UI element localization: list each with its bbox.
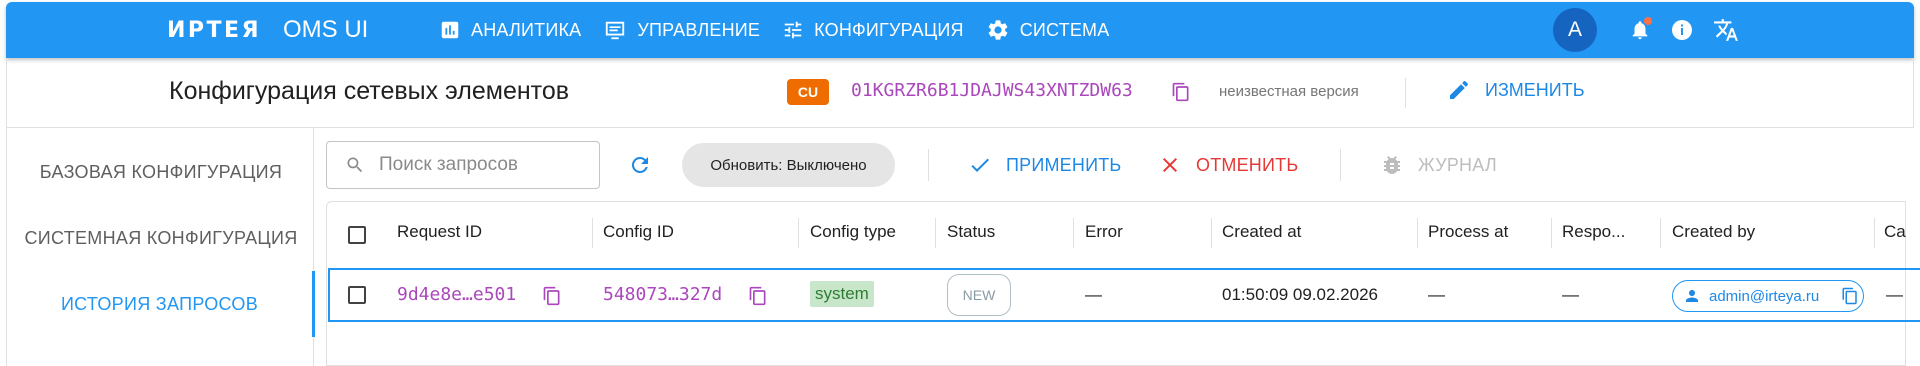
version-text: неизвестная версия [1219, 83, 1359, 100]
nav-analytics[interactable]: АНАЛИТИКА [439, 19, 581, 41]
nav-label: СИСТЕМА [1019, 19, 1110, 40]
status-badge: NEW [947, 274, 1011, 316]
column-divider[interactable] [1417, 218, 1418, 248]
column-divider[interactable] [1551, 218, 1552, 248]
column-divider[interactable] [935, 218, 936, 248]
column-header[interactable]: Request ID [397, 222, 482, 242]
journal-button[interactable]: ЖУРНАЛ [1380, 153, 1497, 177]
notification-dot [1644, 17, 1652, 25]
sidebar: БАЗОВАЯ КОНФИГУРАЦИЯ СИСТЕМНАЯ КОНФИГУРА… [6, 128, 315, 366]
info-icon[interactable] [1668, 16, 1696, 44]
pencil-icon [1447, 78, 1485, 102]
sidebar-item-base-config[interactable]: БАЗОВАЯ КОНФИГУРАЦИЯ [7, 139, 315, 205]
sidebar-item-label: БАЗОВАЯ КОНФИГУРАЦИЯ [39, 161, 283, 182]
sidebar-item-request-history[interactable]: ИСТОРИЯ ЗАПРОСОВ [7, 271, 315, 337]
tune-icon [782, 19, 814, 41]
copy-icon[interactable] [542, 285, 562, 307]
nav-configuration[interactable]: КОНФИГУРАЦИЯ [782, 19, 964, 41]
column-divider[interactable] [592, 218, 593, 248]
nav-label: АНАЛИТИКА [471, 19, 582, 40]
edit-button[interactable]: ИЗМЕНИТЬ [1447, 78, 1585, 102]
brand[interactable]: ИРТЕЯ OMS UI [167, 15, 368, 45]
column-header[interactable]: Process at [1428, 222, 1508, 242]
page-title: Конфигурация сетевых элементов [169, 77, 570, 105]
column-header[interactable]: Respo... [1562, 222, 1625, 242]
search-input[interactable] [379, 154, 579, 176]
person-icon [1683, 287, 1701, 305]
sidebar-item-system-config[interactable]: СИСТЕМНАЯ КОНФИГУРАЦИЯ [7, 205, 315, 271]
apply-label: ПРИМЕНИТЬ [1006, 154, 1122, 175]
search-field[interactable] [326, 141, 600, 189]
refresh-icon[interactable] [628, 153, 652, 177]
column-header[interactable]: Error [1085, 222, 1123, 242]
extra-cell: — [1886, 285, 1903, 304]
monitor-icon [603, 19, 637, 41]
main-nav: АНАЛИТИКА УПРАВЛЕНИЕ КОНФИГУРАЦИЯ СИСТЕМ… [439, 2, 1131, 58]
row-checkbox[interactable] [348, 286, 366, 304]
column-divider[interactable] [1211, 218, 1212, 248]
search-icon [345, 155, 379, 175]
element-type-badge: CU [787, 79, 829, 105]
column-header[interactable]: Status [947, 222, 995, 242]
nav-label: УПРАВЛЕНИЕ [637, 19, 761, 40]
created-by-label: admin@irteya.ru [1709, 287, 1820, 305]
config-id: 548073…327d [603, 284, 723, 305]
column-divider[interactable] [798, 218, 799, 248]
edit-label: ИЗМЕНИТЬ [1485, 79, 1585, 100]
nav-label: КОНФИГУРАЦИЯ [814, 19, 964, 40]
copy-icon[interactable] [1841, 286, 1859, 306]
column-header[interactable]: Config type [810, 222, 896, 242]
analytics-icon [439, 19, 471, 41]
translate-icon[interactable] [1712, 16, 1740, 44]
request-id: 9d4e8e…e501 [397, 284, 517, 305]
divider [1340, 149, 1341, 181]
error-cell: — [1085, 285, 1102, 304]
copy-icon[interactable] [748, 285, 768, 307]
element-id: 01KGRZR6B1JDAJWS43XNTZDW63 [851, 80, 1133, 101]
journal-label: ЖУРНАЛ [1418, 154, 1497, 175]
column-header[interactable]: Ca [1884, 222, 1906, 242]
nav-system[interactable]: СИСТЕМА [986, 18, 1110, 42]
select-all-checkbox[interactable] [348, 226, 366, 244]
cancel-button[interactable]: ОТМЕНИТЬ [1158, 153, 1298, 177]
close-icon [1158, 153, 1196, 177]
column-divider[interactable] [1660, 218, 1661, 248]
divider [928, 149, 929, 181]
process-at-cell: — [1428, 285, 1445, 304]
auto-refresh-toggle[interactable]: Обновить: Выключено [682, 143, 895, 187]
column-divider[interactable] [1073, 218, 1074, 248]
cancel-label: ОТМЕНИТЬ [1196, 154, 1299, 175]
app-name: OMS UI [283, 16, 369, 43]
apply-button[interactable]: ПРИМЕНИТЬ [968, 153, 1121, 177]
brand-logo: ИРТЕЯ [167, 17, 262, 43]
nav-management[interactable]: УПРАВЛЕНИЕ [603, 19, 760, 41]
column-header[interactable]: Config ID [603, 222, 674, 242]
column-header[interactable]: Created at [1222, 222, 1301, 242]
created-at-cell: 01:50:09 09.02.2026 [1222, 285, 1378, 304]
page-header: Конфигурация сетевых элементов CU 01KGRZ… [6, 58, 1914, 128]
gear-icon [986, 18, 1020, 42]
config-type-chip: system [810, 281, 874, 307]
sidebar-item-label: СИСТЕМНАЯ КОНФИГУРАЦИЯ [24, 227, 298, 248]
check-icon [968, 153, 1006, 177]
bug-icon [1380, 153, 1418, 177]
sidebar-item-label: ИСТОРИЯ ЗАПРОСОВ [60, 293, 259, 314]
bell-icon[interactable] [1626, 16, 1654, 44]
copy-icon[interactable] [1171, 81, 1191, 103]
avatar[interactable]: A [1553, 8, 1597, 52]
created-by-chip[interactable]: admin@irteya.ru [1672, 280, 1864, 312]
divider [1405, 78, 1406, 108]
column-header[interactable]: Created by [1672, 222, 1755, 242]
app-bar: ИРТЕЯ OMS UI АНАЛИТИКА УПРАВЛЕНИЕ КОНФИГ… [6, 2, 1914, 58]
column-divider[interactable] [1874, 218, 1875, 248]
response-cell: — [1562, 285, 1579, 304]
